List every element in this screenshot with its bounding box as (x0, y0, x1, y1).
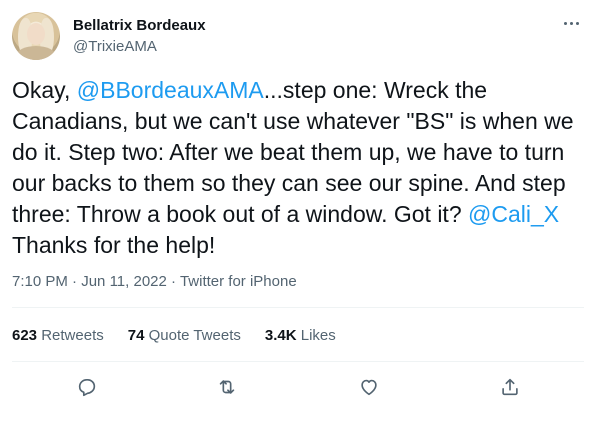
author-names: Bellatrix Bordeaux @TrixieAMA (73, 17, 206, 56)
divider (12, 307, 584, 308)
tweet-text: Okay, @BBordeauxAMA...step one: Wreck th… (12, 75, 584, 261)
mention-link[interactable]: @BBordeauxAMA (77, 77, 264, 103)
avatar-face (27, 23, 45, 45)
tweet: Bellatrix Bordeaux @TrixieAMA Okay, @BBo… (0, 0, 596, 424)
divider (12, 361, 584, 362)
avatar[interactable] (12, 12, 60, 60)
heart-icon[interactable] (356, 374, 382, 400)
quote-tweets-count: 74 (127, 327, 145, 344)
more-dot (575, 21, 579, 25)
share-icon[interactable] (497, 374, 523, 400)
tweet-actions (0, 372, 596, 402)
retweets-label: Retweets (41, 327, 104, 344)
tweet-header: Bellatrix Bordeaux @TrixieAMA (12, 12, 584, 64)
more-dot (569, 21, 573, 25)
tweet-meta: 7:10 PM · Jun 11, 2022 · Twitter for iPh… (12, 272, 297, 292)
more-dot (563, 21, 567, 25)
mention-link[interactable]: @Cali_X (468, 201, 559, 227)
tweet-source[interactable]: Twitter for iPhone (180, 273, 297, 290)
likes-stat[interactable]: 3.4K Likes (265, 326, 336, 346)
meta-separator: · (171, 273, 177, 290)
quote-tweets-label: Quote Tweets (148, 327, 241, 344)
reply-icon[interactable] (74, 374, 100, 400)
retweets-stat[interactable]: 623 Retweets (12, 326, 104, 346)
author-handle[interactable]: @TrixieAMA (73, 37, 206, 56)
author-display-name[interactable]: Bellatrix Bordeaux (73, 17, 206, 35)
meta-separator: · (72, 273, 78, 290)
more-options-icon[interactable] (560, 14, 582, 32)
tweet-text-segment: Okay, (12, 77, 77, 103)
avatar-shoulders (16, 46, 56, 60)
likes-count: 3.4K (264, 327, 297, 344)
retweet-icon[interactable] (214, 374, 240, 400)
tweet-stats: 623 Retweets 74 Quote Tweets 3.4K Likes (12, 326, 360, 346)
retweets-count: 623 (12, 327, 38, 344)
likes-label: Likes (300, 327, 336, 344)
quote-tweets-stat[interactable]: 74 Quote Tweets (128, 326, 241, 346)
tweet-date[interactable]: Jun 11, 2022 (81, 273, 167, 290)
tweet-time[interactable]: 7:10 PM (12, 273, 68, 290)
tweet-text-segment: Thanks for the help! (12, 232, 216, 258)
